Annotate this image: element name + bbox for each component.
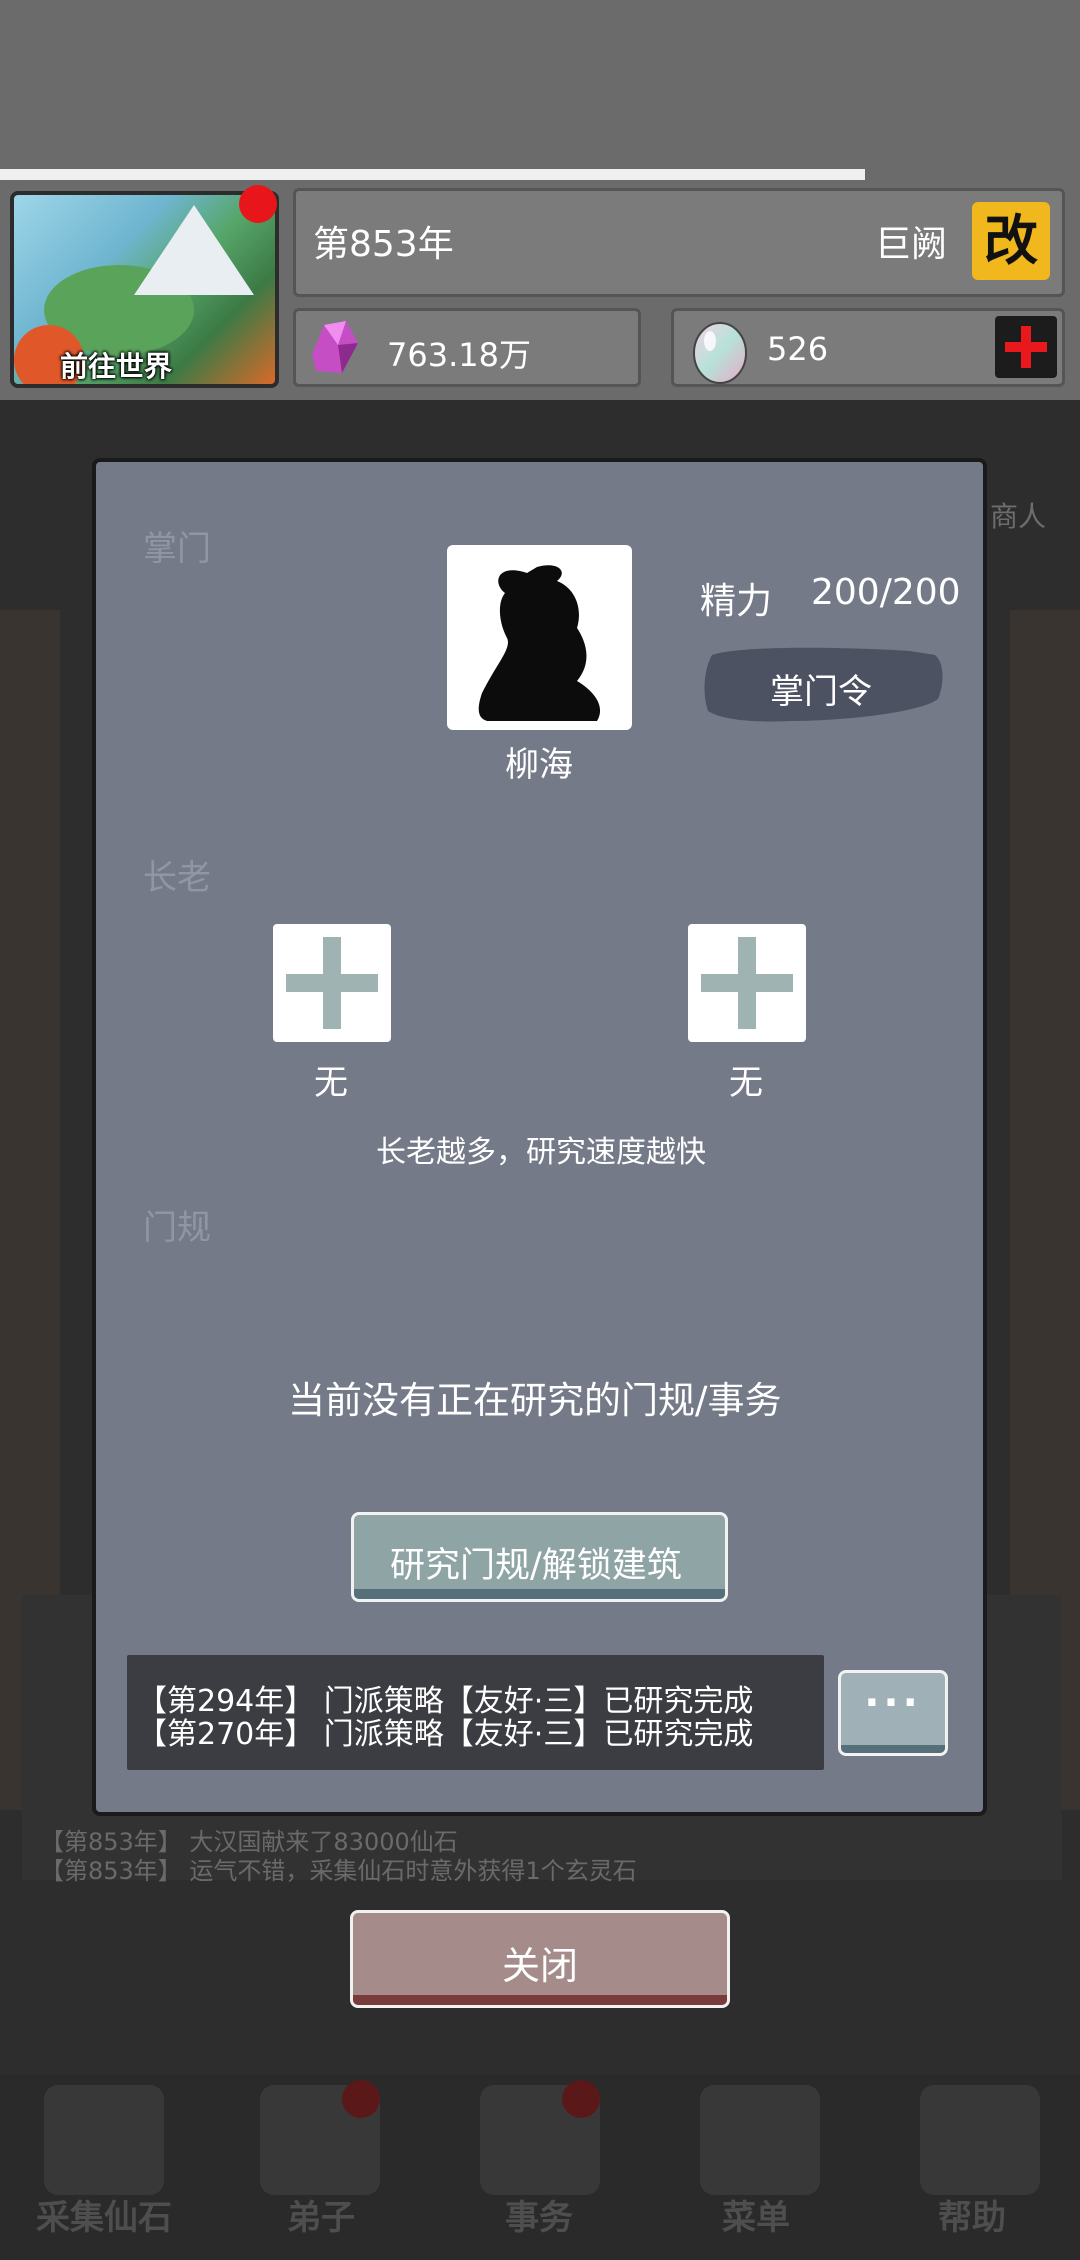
elder-section-title: 长老: [143, 858, 211, 898]
merchant-label: 商人: [990, 500, 1047, 533]
notification-dot: [239, 185, 277, 223]
mountain-illustration: [134, 205, 254, 295]
grid-menu-icon: [700, 2085, 820, 2195]
leader-name: 柳海: [505, 745, 573, 785]
rename-button[interactable]: 改: [972, 202, 1050, 280]
energy-value: 200/200: [811, 572, 961, 613]
nav-disciples[interactable]: 弟子: [287, 2190, 355, 2239]
energy-label: 精力: [700, 581, 773, 622]
jade-amount: 526: [767, 330, 829, 368]
current-year: 第853年: [313, 224, 454, 265]
leader-section-title: 掌门: [143, 529, 211, 569]
pickaxe-icon: [44, 2085, 164, 2195]
notification-dot: [342, 2080, 380, 2118]
add-jade-button[interactable]: [995, 316, 1057, 378]
spirit-stone-amount: 763.18万: [387, 336, 531, 374]
crystal-icon: [312, 321, 358, 373]
nav-help[interactable]: 帮助: [938, 2190, 1006, 2239]
spirit-egg-icon: [693, 322, 747, 384]
nav-menu[interactable]: 菜单: [722, 2190, 790, 2239]
nav-affairs[interactable]: 事务: [505, 2190, 573, 2239]
go-to-world-label: 前往世界: [60, 350, 173, 383]
elder-name: 无: [729, 1063, 763, 1103]
close-label: 关闭: [501, 1944, 578, 1988]
add-elder-slot[interactable]: [273, 924, 391, 1042]
research-status: 当前没有正在研究的门规/事务: [288, 1379, 782, 1422]
add-elder-slot[interactable]: [688, 924, 806, 1042]
elder-hint: 长老越多，研究速度越快: [376, 1135, 706, 1170]
research-rules-label: 研究门规/解锁建筑: [390, 1546, 682, 1586]
more-icon: ···: [864, 1680, 922, 1726]
sect-name: 巨阙: [875, 224, 948, 265]
progress-bar: [0, 169, 865, 180]
notification-dot: [562, 2080, 600, 2118]
rules-section-title: 门规: [143, 1208, 211, 1248]
log-line: 【第270年】 门派策略【友好·三】已研究完成: [137, 1717, 754, 1752]
background-log-line: 【第853年】 运气不错，采集仙石时意外获得1个玄灵石: [40, 1857, 637, 1885]
leader-order-label: 掌门令: [770, 672, 872, 712]
help-icon: [920, 2085, 1040, 2195]
leader-portrait[interactable]: [447, 545, 632, 730]
silhouette-icon: [478, 565, 601, 721]
nav-collect-stones[interactable]: 采集仙石: [36, 2190, 172, 2239]
elder-name: 无: [314, 1063, 348, 1103]
